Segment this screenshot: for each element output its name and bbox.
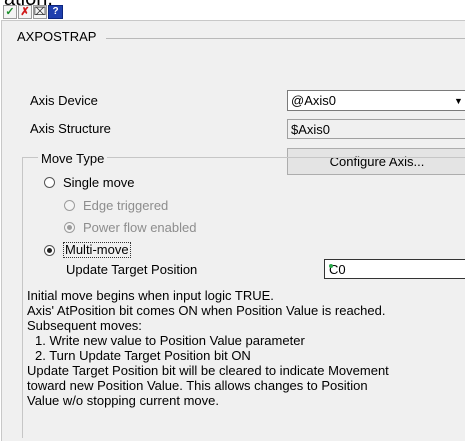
description-line: toward new Position Value. This allows c… — [27, 378, 368, 393]
edge-triggered-label: Edge triggered — [83, 198, 169, 213]
move-type-legend: Move Type — [38, 151, 108, 166]
pin-icon: ⌧ — [33, 5, 47, 18]
description-line: 2. Turn Update Target Position bit ON — [35, 348, 251, 363]
multi-move-option[interactable]: Multi-move — [44, 242, 131, 258]
multi-move-radio[interactable] — [44, 244, 55, 256]
pin-button[interactable]: ⌧ — [33, 5, 47, 19]
chevron-down-icon[interactable]: ▼ — [450, 91, 465, 110]
axis-structure-field: $Axis0 — [287, 119, 465, 139]
axis-device-dropdown[interactable]: @Axis0 ▼ — [287, 90, 465, 111]
edge-triggered-radio — [64, 200, 75, 211]
power-flow-radio — [64, 222, 75, 233]
status-dot-icon — [329, 264, 333, 268]
update-target-position-input[interactable]: C0 — [324, 259, 465, 279]
help-icon: ? — [52, 6, 59, 17]
group-title: AXPOSTRAP — [17, 29, 97, 44]
help-button[interactable]: ? — [48, 5, 63, 19]
description-line: Value w/o stopping current move. — [27, 393, 219, 408]
checkmark-icon: ✓ — [5, 5, 15, 18]
single-move-label: Single move — [63, 175, 135, 190]
description-line: Subsequent moves: — [27, 318, 142, 333]
multi-move-label: Multi-move — [63, 242, 131, 258]
axis-device-value: @Axis0 — [291, 93, 336, 108]
single-move-radio[interactable] — [44, 177, 55, 188]
description-line: 1. Write new value to Position Value par… — [35, 333, 305, 348]
description-line: Update Target Position bit will be clear… — [27, 363, 389, 378]
axis-structure-label: Axis Structure — [30, 121, 111, 136]
update-target-position-label: Update Target Position — [66, 262, 198, 277]
group-divider — [106, 38, 465, 39]
edge-triggered-option: Edge triggered — [64, 198, 168, 213]
dialog-toolbar: ✓ ✗ ⌧ ? — [3, 5, 63, 21]
axis-structure-value: $Axis0 — [291, 122, 331, 137]
power-flow-label: Power flow enabled — [83, 220, 197, 235]
ok-button[interactable]: ✓ — [3, 5, 17, 19]
axis-device-label: Axis Device — [30, 93, 98, 108]
close-icon: ✗ — [20, 5, 30, 18]
single-move-option[interactable]: Single move — [44, 175, 135, 190]
description-line: Initial move begins when input logic TRU… — [27, 288, 274, 303]
description-line: Axis' AtPosition bit comes ON when Posit… — [27, 303, 386, 318]
description-text: Initial move begins when input logic TRU… — [27, 288, 462, 408]
power-flow-option: Power flow enabled — [64, 220, 196, 235]
cancel-button[interactable]: ✗ — [18, 5, 32, 19]
